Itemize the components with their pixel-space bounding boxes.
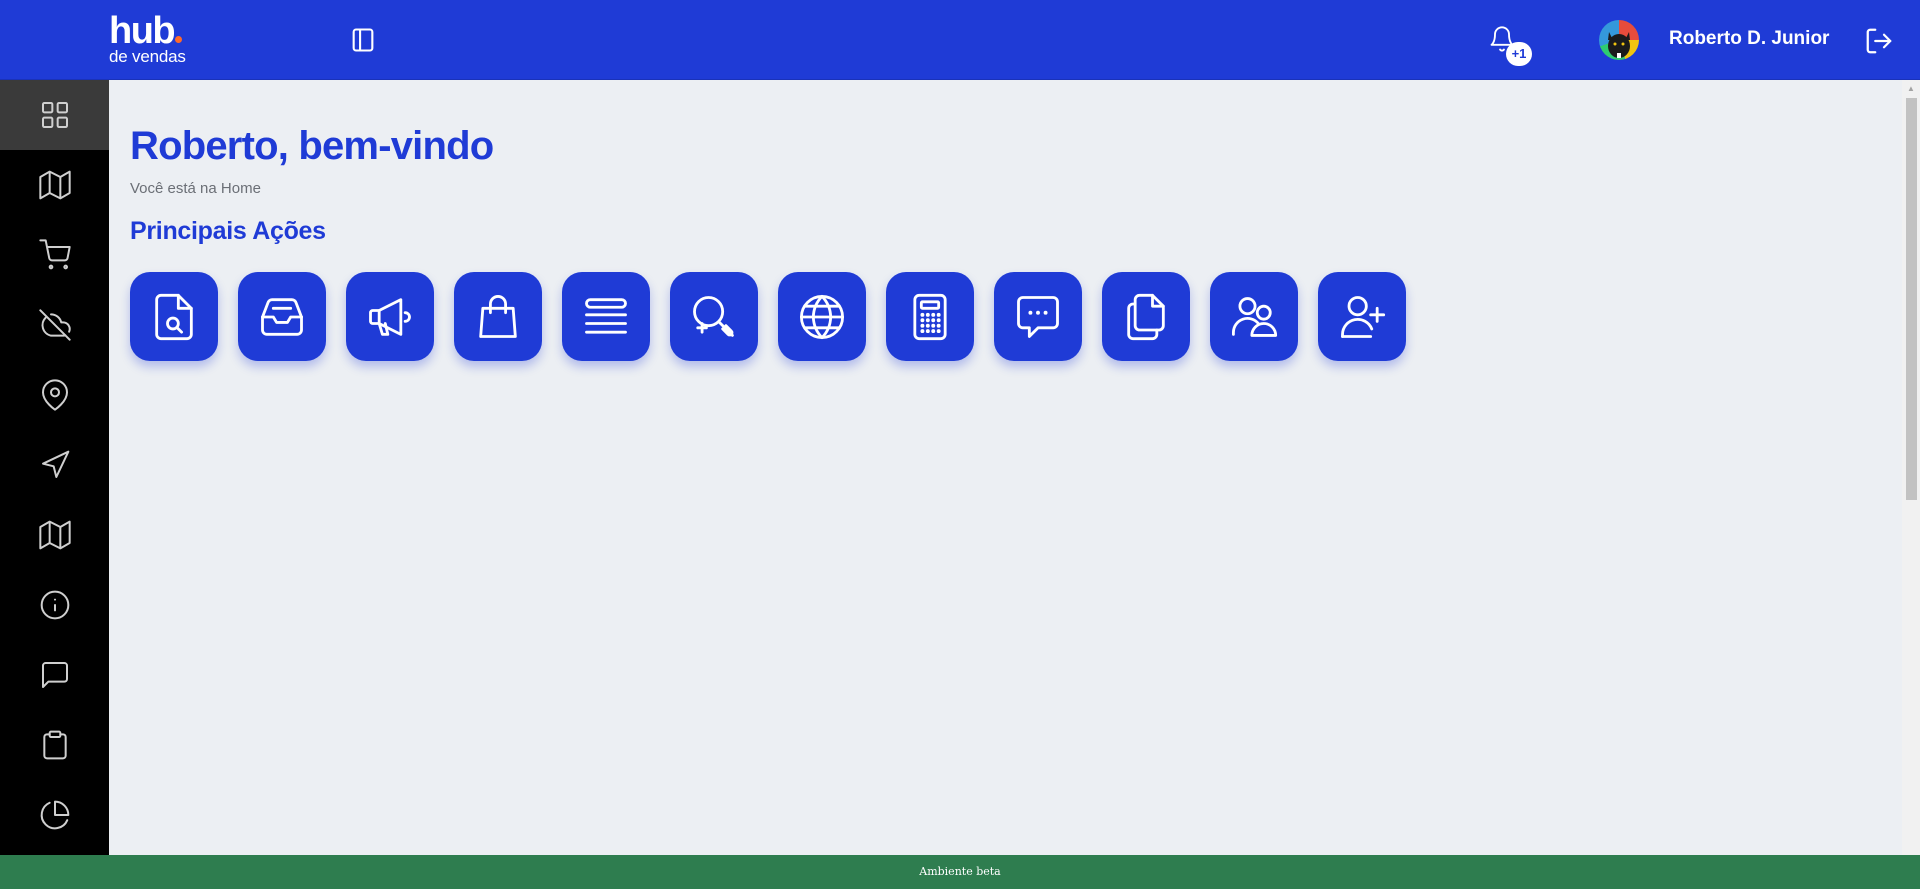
scrollbar[interactable]: ▲	[1902, 80, 1920, 855]
megaphone-icon	[369, 297, 411, 336]
action-copy-button[interactable]	[1102, 272, 1190, 361]
user-name[interactable]: Roberto D. Junior	[1669, 28, 1829, 50]
action-search-button[interactable]	[670, 272, 758, 361]
scroll-thumb[interactable]	[1906, 98, 1917, 500]
sidebar-item-map[interactable]	[0, 150, 109, 220]
action-megaphone-button[interactable]	[346, 272, 434, 361]
shopping-bag-icon	[479, 294, 517, 338]
calculator-icon	[913, 293, 947, 340]
sidebar-item-clipboard[interactable]	[0, 710, 109, 780]
avatar[interactable]	[1599, 20, 1639, 60]
message-square-icon	[41, 662, 68, 688]
sidebar-item-cart[interactable]	[0, 220, 109, 290]
sidebar-item-messages[interactable]	[0, 640, 109, 710]
user-plus-icon	[1341, 295, 1386, 338]
map-icon	[38, 520, 71, 550]
sidebar-item-location[interactable]	[0, 360, 109, 430]
logo[interactable]: hub de vendas	[109, 12, 186, 65]
search-plus-icon	[693, 295, 734, 337]
action-calculator-button[interactable]	[886, 272, 974, 361]
sidebar	[0, 80, 109, 855]
logo-main-text: hub	[109, 10, 176, 52]
grid-icon	[41, 102, 68, 128]
navigation-icon	[41, 450, 69, 478]
copy-icon	[1127, 293, 1165, 340]
action-globe-button[interactable]	[778, 272, 866, 361]
logo-dot	[175, 36, 183, 43]
chat-icon	[1017, 295, 1059, 338]
sidebar-item-reports[interactable]	[0, 780, 109, 850]
action-inbox-button[interactable]	[238, 272, 326, 361]
logout-icon[interactable]	[1864, 26, 1894, 56]
clipboard-icon	[42, 730, 67, 760]
sidebar-item-navigation[interactable]	[0, 430, 109, 500]
top-bar: hub de vendas +1 Roberto D. Junior	[0, 0, 1920, 80]
action-add-user-button[interactable]	[1318, 272, 1406, 361]
map-icon	[38, 170, 71, 200]
cloud-off-icon	[38, 309, 71, 341]
list-icon	[585, 297, 627, 334]
action-list-button[interactable]	[562, 272, 650, 361]
action-users-button[interactable]	[1210, 272, 1298, 361]
map-pin-icon	[41, 379, 68, 411]
sidebar-item-cloud-off[interactable]	[0, 290, 109, 360]
action-file-search-button[interactable]	[130, 272, 218, 361]
page-subtitle: Você está na Home	[130, 180, 261, 197]
action-chat-button[interactable]	[994, 272, 1082, 361]
section-title: Principais Ações	[130, 217, 326, 245]
sidebar-toggle-icon[interactable]	[349, 26, 377, 54]
main-content: Roberto, bem-vindo Você está na Home Pri…	[109, 80, 1902, 855]
pie-chart-icon	[40, 800, 69, 830]
page-title: Roberto, bem-vindo	[130, 124, 494, 168]
sidebar-item-dashboard[interactable]	[0, 80, 109, 150]
cart-icon	[38, 239, 71, 270]
info-icon	[40, 590, 69, 620]
notification-badge[interactable]: +1	[1506, 42, 1532, 66]
sidebar-item-map-2[interactable]	[0, 500, 109, 570]
action-shopping-bag-button[interactable]	[454, 272, 542, 361]
users-icon	[1232, 296, 1278, 337]
footer-banner: Ambiente beta	[0, 855, 1920, 889]
globe-icon	[800, 294, 844, 339]
inbox-icon	[261, 297, 303, 336]
sidebar-item-info[interactable]	[0, 570, 109, 640]
scroll-up-arrow-icon[interactable]: ▲	[1902, 82, 1920, 96]
file-search-icon	[155, 293, 193, 340]
footer-text: Ambiente beta	[919, 865, 1001, 878]
